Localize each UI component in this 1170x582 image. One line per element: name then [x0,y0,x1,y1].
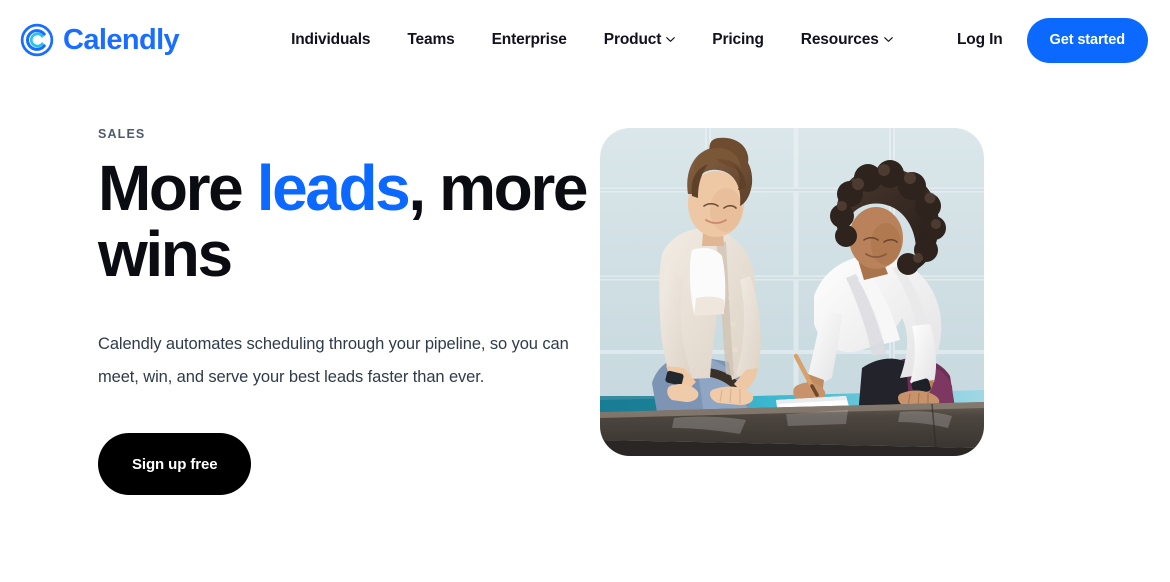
hero-title: More leads, more wins [98,151,600,288]
hero-eyebrow: SALES [98,127,146,141]
calendly-circle-c-icon [20,23,54,57]
chevron-down-icon [883,35,893,44]
hero-photo [600,128,984,456]
login-link[interactable]: Log In [957,31,1003,49]
brand-logo-link[interactable]: Calendly [20,23,180,57]
get-started-button[interactable]: Get started [1026,17,1148,63]
nav-label: Enterprise [491,31,567,48]
hero-image-wrap [600,128,1170,456]
nav-label: Individuals [291,31,371,48]
chevron-down-icon [666,35,676,44]
nav-item-product[interactable]: Product [604,31,676,49]
nav-item-teams[interactable]: Teams [407,31,454,49]
nav-item-individuals[interactable]: Individuals [291,31,370,49]
nav-item-enterprise[interactable]: Enterprise [492,31,567,49]
nav-label: Product [603,31,662,48]
brand-name: Calendly [63,23,180,56]
nav-item-resources[interactable]: Resources [801,31,893,49]
hero-title-part1: More [98,151,257,224]
main-navigation: Individuals Teams Enterprise Product Pri… [291,31,893,49]
nav-label: Pricing [712,31,764,48]
header-actions: Log In Get started [957,17,1148,63]
hero-subtitle: Calendly automates scheduling through yo… [98,334,569,387]
hero-section: SALES More leads, more wins Calendly aut… [0,80,1170,496]
hero-content: SALES More leads, more wins Calendly aut… [0,127,600,496]
nav-label: Teams [407,31,455,48]
hero-title-highlight: leads [256,151,411,224]
sign-up-free-button[interactable]: Sign up free [98,433,252,496]
nav-item-pricing[interactable]: Pricing [712,31,764,49]
site-header: Calendly Individuals Teams Enterprise Pr… [0,0,1170,80]
nav-label: Resources [800,31,879,48]
